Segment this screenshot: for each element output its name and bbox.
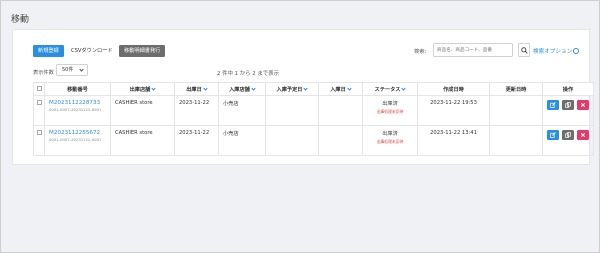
per-page-select[interactable]: 50件 — [56, 64, 88, 76]
per-page-value: 50件 — [62, 67, 74, 73]
from-store-cell: CASHIER store — [110, 95, 175, 126]
updated-cell — [489, 95, 543, 126]
delete-button[interactable] — [577, 130, 589, 140]
actions-cell — [542, 95, 594, 126]
actions-cell — [542, 125, 594, 156]
number-cell: M2023112255672 0001-0007-20231122-0001 — [44, 125, 111, 156]
to-store-cell: 小売店 — [218, 95, 266, 126]
edit-icon — [550, 102, 556, 108]
record-count: 2 件中 1 から 2 まで表示 — [217, 71, 279, 77]
page-title: 移動 — [11, 15, 30, 25]
chevron-down-icon — [79, 67, 84, 72]
search-icon — [521, 47, 528, 54]
table-row: M2023112228733 0001-0007-20231122-0001 C… — [33, 95, 594, 126]
search-button[interactable] — [518, 43, 530, 57]
sort-icon — [347, 85, 352, 91]
header-status[interactable]: ステータス — [362, 82, 418, 96]
row-select[interactable] — [33, 95, 45, 126]
updated-cell — [489, 125, 543, 156]
search-options-link[interactable]: 検索オプション — [533, 47, 580, 55]
planned-date-cell — [265, 95, 319, 126]
header-planned-date[interactable]: 入庫予定日 — [265, 82, 319, 96]
sort-icon — [401, 85, 407, 91]
delete-icon — [580, 132, 586, 138]
edit-icon — [550, 132, 556, 138]
copy-icon — [565, 132, 571, 138]
chevron-down-icon — [573, 48, 580, 54]
header-number[interactable]: 移動番号 — [44, 82, 111, 96]
header-actions: 操作 — [542, 82, 594, 96]
copy-button[interactable] — [562, 130, 574, 140]
delete-button[interactable] — [577, 100, 589, 110]
search-label: 検索： — [414, 49, 430, 55]
issue-slip-button[interactable]: 移動明細書発行 — [119, 45, 166, 57]
transfer-number-link[interactable]: M2023112228733 — [49, 100, 110, 106]
copy-button[interactable] — [562, 100, 574, 110]
status-cell: 出庫済 出庫処理未反映 — [362, 95, 418, 126]
header-to-store[interactable]: 入庫店舗 — [218, 82, 266, 96]
content-card: 新規登録 CSVダウンロード 移動明細書発行 検索： 検索オプション 表示件数 … — [12, 29, 594, 165]
copy-icon — [565, 102, 571, 108]
ship-date-cell: 2023-11-22 — [174, 125, 219, 156]
sort-icon — [203, 85, 208, 91]
transfer-sub-number: 0001-0007-20231122-0001 — [49, 137, 102, 142]
status-warning: 出庫処理未反映 — [376, 109, 404, 114]
transfer-number-link[interactable]: M2023112255672 — [49, 130, 110, 136]
received-date-cell — [318, 95, 363, 126]
search-options-label: 検索オプション — [533, 49, 573, 55]
row-checkbox[interactable] — [36, 100, 42, 105]
planned-date-cell — [265, 125, 319, 156]
ship-date-cell: 2023-11-22 — [174, 95, 219, 126]
table-row: M2023112255672 0001-0007-20231122-0001 C… — [33, 125, 594, 156]
header-select[interactable] — [33, 82, 45, 96]
sort-icon — [251, 85, 256, 91]
new-button[interactable]: 新規登録 — [33, 45, 64, 57]
header-from-store[interactable]: 出庫店舗 — [110, 82, 175, 96]
sort-icon — [303, 85, 309, 91]
csv-download-button[interactable]: CSVダウンロード — [66, 45, 118, 57]
search-input[interactable] — [433, 43, 513, 57]
header-ship-date[interactable]: 出庫日 — [174, 82, 219, 96]
received-date-cell — [318, 125, 363, 156]
app-frame: 移動 新規登録 CSVダウンロード 移動明細書発行 検索： 検索オプション 表示… — [0, 0, 600, 253]
status-cell: 出庫済 出庫処理未反映 — [362, 125, 418, 156]
select-all-checkbox[interactable] — [36, 85, 42, 91]
transfer-table: 移動番号 出庫店舗 出庫日 入庫店舗 入庫予定日 入庫日 ステータス 作成日時 … — [33, 82, 594, 156]
delete-icon — [580, 102, 586, 108]
row-select[interactable] — [33, 125, 45, 156]
status-warning: 出庫処理未反映 — [376, 139, 404, 144]
header-updated[interactable]: 更新日時 — [489, 82, 543, 96]
edit-button[interactable] — [547, 130, 559, 140]
table-header-row: 移動番号 出庫店舗 出庫日 入庫店舗 入庫予定日 入庫日 ステータス 作成日時 … — [33, 82, 594, 96]
header-created[interactable]: 作成日時 — [417, 82, 490, 96]
number-cell: M2023112228733 0001-0007-20231122-0001 — [44, 95, 111, 126]
edit-button[interactable] — [547, 100, 559, 110]
transfer-sub-number: 0001-0007-20231122-0001 — [49, 107, 102, 112]
status-text: 出庫済 — [382, 101, 398, 107]
row-checkbox[interactable] — [36, 130, 42, 135]
status-text: 出庫済 — [382, 131, 398, 137]
from-store-cell: CASHIER store — [110, 125, 175, 156]
created-cell: 2023-11-22 19:53 — [417, 95, 490, 126]
created-cell: 2023-11-22 13:41 — [417, 125, 490, 156]
to-store-cell: 小売店 — [218, 125, 266, 156]
sort-icon — [151, 85, 156, 91]
per-page-label: 表示件数 — [33, 70, 54, 76]
header-received-date[interactable]: 入庫日 — [318, 82, 363, 96]
